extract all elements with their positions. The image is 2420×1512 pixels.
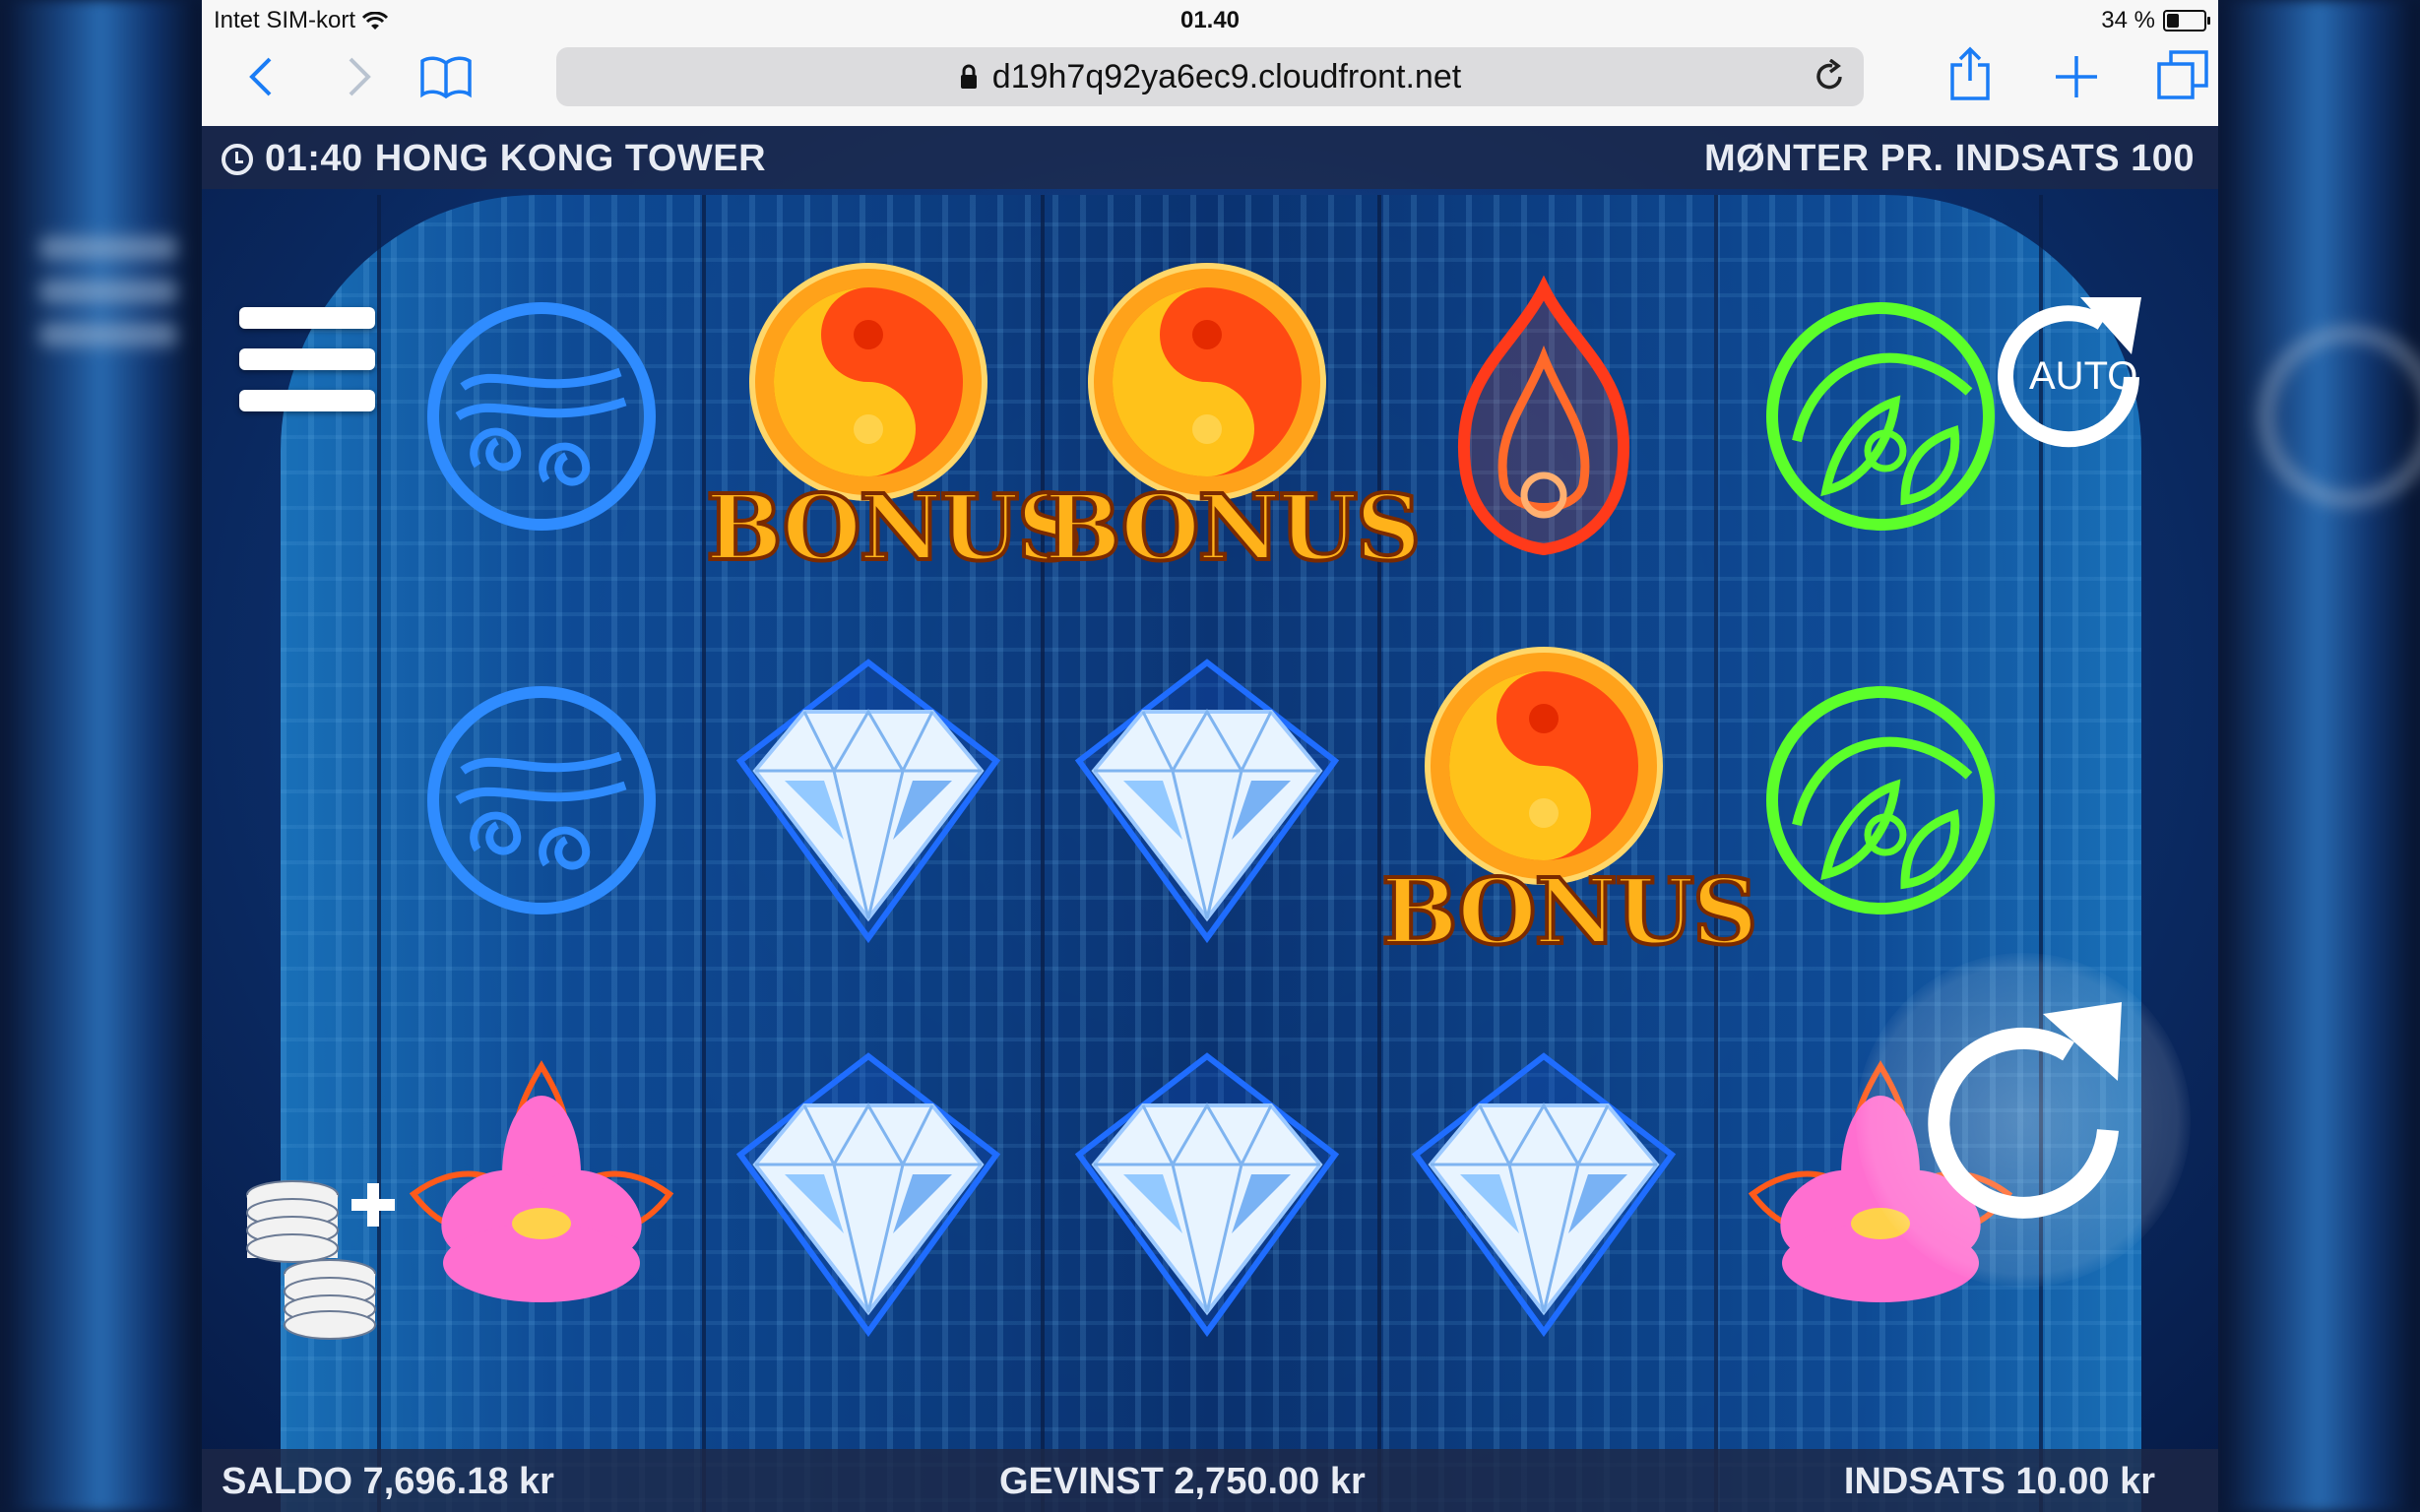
fire-icon [1426,269,1662,564]
device-frame: Intet SIM-kort 01.40 34 % d19h7q92ya6ec9… [202,0,2218,1512]
game-title-group: 01:40 HONG KONG TOWER [222,138,766,180]
bonus-label: BONUS [1379,856,1759,967]
slot-game: BONUS BONUS BONUS 01:40 HONG KONG TOWER MØ… [202,126,2218,1512]
menu-bar [239,390,375,411]
url-text: d19h7q92ya6ec9.cloudfront.net [991,57,1462,95]
share-button[interactable] [1941,43,2000,102]
bonus-label: BONUS [1043,472,1423,583]
reel-symbol-diamond [706,1012,1031,1376]
auto-label: AUTO [2029,354,2138,398]
clock-icon [222,143,253,175]
status-bar: Intet SIM-kort 01.40 34 % [202,0,2218,39]
diamond-icon [726,1046,1011,1342]
bonus-label: BONUS [704,472,1084,583]
bookmarks-button[interactable] [416,47,476,106]
bookmarks-icon [420,56,472,98]
bonus-icon [1421,643,1667,889]
reel-symbol-water [379,234,704,598]
status-time: 01.40 [1179,7,1241,33]
game-title: HONG KONG TOWER [374,138,767,179]
back-button[interactable] [231,47,290,106]
bet-label[interactable]: INDSATS 10.00 kr [1844,1461,2155,1503]
bonus-icon [1084,259,1330,505]
address-bar[interactable]: d19h7q92ya6ec9.cloudfront.net [556,47,1864,106]
menu-button[interactable] [239,307,375,431]
tabs-icon [2157,50,2208,99]
new-tab-button[interactable] [2047,47,2106,106]
reel-symbol-water [379,618,704,982]
win-label: GEVINST 2,750.00 kr [999,1461,1366,1502]
blur-bar [39,280,177,303]
reel-symbol-leaf [1718,618,2043,982]
reel-symbol-bonus: BONUS [1043,234,1423,598]
spin-button[interactable] [1876,973,2171,1268]
blur-circle [2258,325,2420,508]
lotus-icon [394,1046,689,1342]
browser-toolbar: d19h7q92ya6ec9.cloudfront.net [202,39,2218,127]
reel-symbol-diamond [1381,1012,1706,1376]
coins-per-bet: MØNTER PR. INDSATS 100 [1703,138,2195,179]
reel-symbol-diamond [1045,618,1369,982]
reel-symbol-fire [1381,234,1706,598]
water-icon [418,293,665,539]
reel-symbol-lotus [379,1012,704,1376]
reel-symbol-diamond [1045,1012,1369,1376]
diamond-icon [726,653,1011,948]
lock-icon [960,64,977,89]
reel-symbol-diamond [706,618,1031,982]
background-right-blur [2218,0,2420,1512]
menu-bar [239,348,375,370]
back-icon [249,57,272,96]
battery-icon [2163,10,2210,32]
share-icon [1950,46,1990,100]
diamond-icon [1064,653,1350,948]
game-top-bar: 01:40 HONG KONG TOWER MØNTER PR. INDSATS… [202,126,2218,189]
blur-bar [39,236,177,260]
new-tab-icon [2056,56,2097,97]
battery-group: 34 % [2101,7,2210,34]
coins-plus-icon [246,1180,395,1340]
battery-label: 34 % [2101,7,2155,33]
leaf-icon [1757,677,2004,923]
blur-bar [39,323,177,346]
game-clock: 01:40 [265,138,363,179]
diamond-icon [1401,1046,1687,1342]
game-bottom-bar: SALDO 7,696.18 kr GEVINST 2,750.00 kr IN… [202,1449,2218,1512]
reel-symbol-bonus: BONUS [704,234,1084,598]
forward-button[interactable] [330,47,389,106]
background-left-blur [0,0,202,1512]
leaf-icon [1757,293,2004,539]
reload-icon[interactable] [1813,59,1846,94]
spin-arrow-icon [1928,1002,2122,1219]
water-icon [418,677,665,923]
bet-coins-button[interactable] [241,1169,418,1347]
diamond-icon [1064,1046,1350,1342]
reel-symbol-bonus: BONUS [1379,618,1759,982]
battery-fill [2167,14,2179,28]
autoplay-button[interactable]: AUTO [1984,284,2161,471]
bonus-icon [745,259,991,505]
forward-icon [349,57,371,96]
menu-bar [239,307,375,329]
tabs-button[interactable] [2153,45,2212,104]
balance-label: SALDO 7,696.18 kr [222,1461,554,1502]
